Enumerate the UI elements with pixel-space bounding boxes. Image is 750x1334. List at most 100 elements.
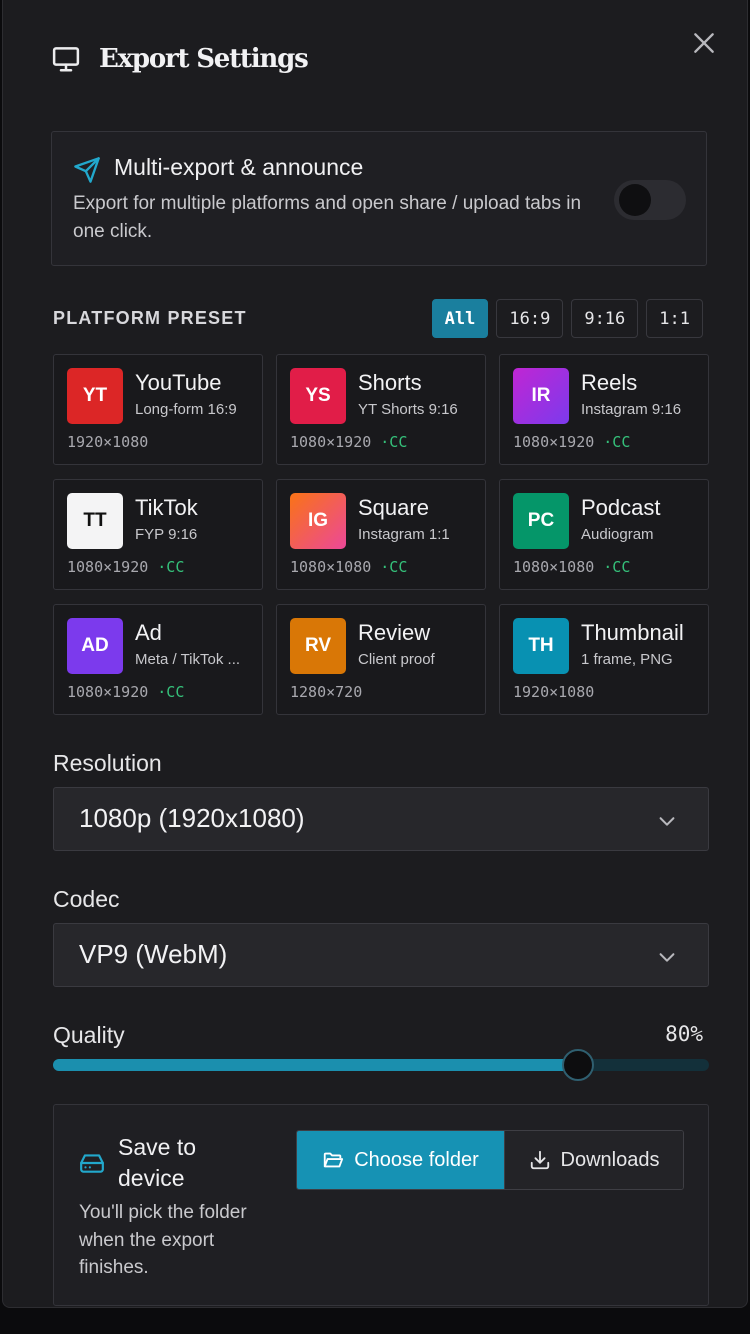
platform-badge: TT bbox=[67, 493, 123, 549]
preset-resolution-row: 1080×1920 ·CC bbox=[513, 433, 630, 451]
preset-subtitle: Instagram 9:16 bbox=[581, 401, 682, 418]
preset-subtitle: 1 frame, PNG bbox=[581, 651, 673, 668]
platform-badge: YS bbox=[290, 368, 346, 424]
platform-badge: AD bbox=[67, 618, 123, 674]
codec-select[interactable]: VP9 (WebM) bbox=[53, 923, 709, 987]
multi-export-title: Multi-export & announce bbox=[114, 154, 364, 180]
preset-subtitle: YT Shorts 9:16 bbox=[358, 401, 458, 418]
filter-1-1[interactable]: 1:1 bbox=[646, 299, 703, 338]
preset-subtitle: Audiogram bbox=[581, 526, 654, 543]
export-settings-panel: Export Settings Multi-export & announce … bbox=[2, 0, 748, 1308]
aspect-filter-group: All 16:9 9:16 1:1 bbox=[431, 299, 703, 338]
downloads-label: Downloads bbox=[560, 1148, 660, 1171]
quality-slider-thumb[interactable] bbox=[561, 1049, 594, 1081]
quality-label: Quality bbox=[53, 1022, 125, 1048]
download-icon bbox=[530, 1150, 549, 1170]
captions-badge: ·CC bbox=[603, 558, 631, 576]
platform-badge: PC bbox=[513, 493, 569, 549]
preset-name: Thumbnail bbox=[581, 620, 684, 645]
preset-resolution: 1920×1080 bbox=[513, 683, 595, 701]
save-destination-card: Save to device You'll pick the folder wh… bbox=[53, 1104, 709, 1306]
resolution-value: 1080p (1920x1080) bbox=[79, 803, 305, 833]
preset-resolution: 1080×1080 bbox=[290, 558, 372, 576]
preset-resolution-row: 1920×1080 bbox=[67, 433, 148, 451]
multi-export-toggle[interactable] bbox=[614, 180, 686, 220]
preset-name: Review bbox=[358, 620, 431, 645]
preset-resolution-row: 1080×1920 ·CC bbox=[290, 433, 407, 451]
preset-subtitle: Meta / TikTok ... bbox=[135, 651, 241, 668]
preset-resolution-row: 1080×1080 ·CC bbox=[290, 558, 407, 576]
preset-resolution: 1080×1920 bbox=[290, 433, 372, 451]
platform-preset-label: PLATFORM PRESET bbox=[53, 308, 247, 328]
captions-badge: ·CC bbox=[380, 558, 408, 576]
save-destination-toggle: Choose folder Downloads bbox=[296, 1130, 684, 1190]
quality-value: 80% bbox=[665, 1022, 703, 1046]
preset-resolution-row: 1920×1080 bbox=[513, 683, 594, 701]
preset-card-tiktok[interactable]: TT TikTok FYP 9:16 1080×1920 ·CC bbox=[53, 479, 263, 590]
choose-folder-button[interactable]: Choose folder bbox=[297, 1131, 504, 1189]
folder-open-icon bbox=[324, 1152, 344, 1168]
send-icon bbox=[74, 157, 100, 183]
preset-card-ad[interactable]: AD Ad Meta / TikTok ... 1080×1920 ·CC bbox=[53, 604, 263, 715]
close-icon[interactable] bbox=[691, 30, 717, 56]
resolution-label: Resolution bbox=[53, 750, 162, 776]
preset-subtitle: Long-form 16:9 bbox=[135, 401, 237, 418]
captions-badge: ·CC bbox=[603, 433, 631, 451]
preset-resolution: 1080×1080 bbox=[513, 558, 595, 576]
preset-resolution: 1080×1920 bbox=[513, 433, 595, 451]
preset-resolution: 1080×1920 bbox=[67, 558, 149, 576]
preset-card-youtube[interactable]: YT YouTube Long-form 16:9 1920×1080 bbox=[53, 354, 263, 465]
preset-card-reels[interactable]: IR Reels Instagram 9:16 1080×1920 ·CC bbox=[499, 354, 709, 465]
codec-value: VP9 (WebM) bbox=[79, 939, 228, 969]
platform-badge: IG bbox=[290, 493, 346, 549]
quality-slider[interactable] bbox=[53, 1049, 709, 1081]
preset-resolution-row: 1080×1080 ·CC bbox=[513, 558, 630, 576]
preset-name: Reels bbox=[581, 370, 638, 395]
captions-badge: ·CC bbox=[380, 433, 408, 451]
multi-export-description: Export for multiple platforms and open s… bbox=[73, 193, 582, 242]
preset-subtitle: Client proof bbox=[358, 651, 435, 668]
chevron-down-icon bbox=[659, 953, 675, 962]
captions-badge: ·CC bbox=[157, 558, 185, 576]
preset-resolution: 1080×1920 bbox=[67, 683, 149, 701]
preset-card-square[interactable]: IG Square Instagram 1:1 1080×1080 ·CC bbox=[276, 479, 486, 590]
preset-name: Square bbox=[358, 495, 429, 520]
preset-name: YouTube bbox=[135, 370, 222, 395]
preset-card-thumbnail[interactable]: TH Thumbnail 1 frame, PNG 1920×1080 bbox=[499, 604, 709, 715]
hard-drive-icon bbox=[80, 1154, 104, 1173]
save-title: Save to device bbox=[118, 1134, 196, 1191]
preset-name: Ad bbox=[135, 620, 162, 645]
panel-header: Export Settings bbox=[51, 44, 309, 74]
platform-badge: TH bbox=[513, 618, 569, 674]
choose-folder-label: Choose folder bbox=[354, 1148, 479, 1171]
filter-16-9[interactable]: 16:9 bbox=[496, 299, 564, 338]
preset-name: Shorts bbox=[358, 370, 422, 395]
chevron-down-icon bbox=[659, 817, 675, 826]
filter-all[interactable]: All bbox=[431, 299, 489, 338]
page-title: Export Settings bbox=[99, 44, 309, 74]
preset-resolution: 1280×720 bbox=[290, 683, 363, 701]
preset-resolution-row: 1080×1920 ·CC bbox=[67, 683, 184, 701]
preset-subtitle: FYP 9:16 bbox=[135, 526, 198, 543]
resolution-select[interactable]: 1080p (1920x1080) bbox=[53, 787, 709, 851]
captions-badge: ·CC bbox=[157, 683, 185, 701]
toggle-knob bbox=[619, 184, 651, 216]
platform-badge: RV bbox=[290, 618, 346, 674]
monitor-icon bbox=[52, 47, 80, 72]
preset-name: TikTok bbox=[135, 495, 198, 520]
preset-resolution-row: 1280×720 bbox=[290, 683, 362, 701]
downloads-button[interactable]: Downloads bbox=[504, 1131, 683, 1189]
preset-card-shorts[interactable]: YS Shorts YT Shorts 9:16 1080×1920 ·CC bbox=[276, 354, 486, 465]
preset-grid: YT YouTube Long-form 16:9 1920×1080 YS Shorts… bbox=[53, 354, 709, 715]
save-description: You'll pick the folder when the export f… bbox=[79, 1202, 247, 1278]
preset-name: Podcast bbox=[581, 495, 661, 520]
filter-9-16[interactable]: 9:16 bbox=[571, 299, 639, 338]
preset-resolution: 1920×1080 bbox=[67, 433, 149, 451]
quality-slider-fill bbox=[53, 1059, 578, 1071]
codec-label: Codec bbox=[53, 886, 120, 912]
preset-card-review[interactable]: RV Review Client proof 1280×720 bbox=[276, 604, 486, 715]
preset-card-podcast[interactable]: PC Podcast Audiogram 1080×1080 ·CC bbox=[499, 479, 709, 590]
platform-badge: YT bbox=[67, 368, 123, 424]
preset-resolution-row: 1080×1920 ·CC bbox=[67, 558, 184, 576]
preset-subtitle: Instagram 1:1 bbox=[358, 526, 450, 543]
